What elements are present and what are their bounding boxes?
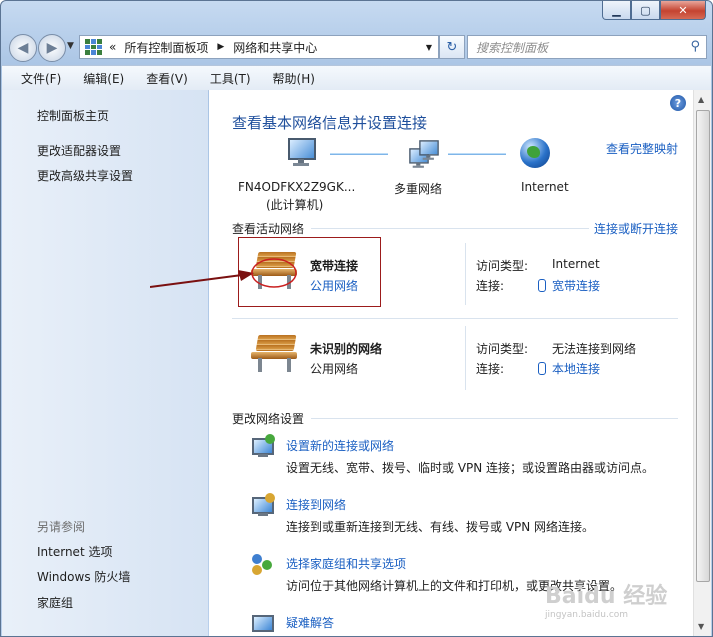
- internet-globe-icon: [520, 138, 550, 168]
- task-description: 设置无线、宽带、拨号、临时或 VPN 连接；或设置路由器或访问点。: [286, 461, 655, 475]
- task-new-connection-link[interactable]: 设置新的连接或网络: [286, 437, 394, 454]
- broadband-connection-icon: [538, 279, 546, 292]
- change-settings-heading: 更改网络设置: [232, 412, 305, 426]
- sidebar-item-advanced-sharing[interactable]: 更改高级共享设置: [37, 167, 133, 184]
- control-panel-icon: [85, 39, 102, 55]
- sidebar-item-internet-options[interactable]: Internet 选项: [37, 543, 112, 560]
- forward-button[interactable]: ▶: [38, 34, 66, 62]
- annotation-arrow-icon: [150, 270, 254, 288]
- main-content: ? 查看基本网络信息并设置连接 查看完整映射 FN4ODFKX2Z9GK... …: [209, 90, 711, 636]
- network-row-divider: [232, 318, 678, 319]
- active-networks-heading: 查看活动网络: [232, 222, 305, 236]
- see-also-heading: 另请参阅: [37, 520, 86, 534]
- refresh-button[interactable]: ↻: [439, 35, 465, 59]
- minimize-button[interactable]: ▁: [602, 1, 631, 20]
- explorer-window: ▁ ▢ ✕ ◀ ▶ ▼ « 所有控制面板项 ▶ 网络和共享中心 ▼ ↻ 搜索控制…: [0, 0, 713, 637]
- sidebar-item-control-panel-home[interactable]: 控制面板主页: [37, 107, 109, 124]
- local-connection-icon: [538, 362, 546, 375]
- breadcrumb-all-control-panel-items[interactable]: 所有控制面板项: [124, 39, 208, 56]
- breadcrumb-network-sharing-center[interactable]: 网络和共享中心: [233, 39, 317, 56]
- map-connector-line: [448, 153, 506, 155]
- recent-pages-dropdown-icon[interactable]: ▼: [67, 41, 74, 51]
- computer-sub-label: (此计算机): [266, 198, 324, 212]
- multiple-networks-label: 多重网络: [394, 182, 443, 196]
- breadcrumb-overflow[interactable]: «: [109, 40, 116, 54]
- sidebar-item-adapter-settings[interactable]: 更改适配器设置: [37, 142, 121, 159]
- sidebar-item-windows-firewall[interactable]: Windows 防火墙: [37, 568, 130, 585]
- connection-label: 连接:: [476, 279, 505, 293]
- menu-tools[interactable]: 工具(T): [204, 70, 257, 87]
- maximize-button[interactable]: ▢: [631, 1, 660, 20]
- baidu-watermark: Baidu 经验: [545, 584, 668, 609]
- navigation-bar: ◀ ▶ ▼ « 所有控制面板项 ▶ 网络和共享中心 ▼ ↻ 搜索控制面板 ⚲: [9, 34, 707, 62]
- forward-arrow-icon: ▶: [46, 40, 58, 56]
- new-connection-icon: [250, 434, 277, 458]
- connection-link[interactable]: 宽带连接: [538, 277, 600, 294]
- section-divider: [311, 418, 678, 419]
- back-button[interactable]: ◀: [9, 34, 37, 62]
- scroll-down-icon[interactable]: ▼: [698, 622, 704, 631]
- close-button[interactable]: ✕: [660, 1, 706, 20]
- refresh-icon: ↻: [446, 39, 458, 55]
- multiple-networks-icon: [404, 138, 439, 170]
- search-input[interactable]: 搜索控制面板 ⚲: [467, 35, 707, 59]
- menu-file[interactable]: 文件(F): [15, 70, 67, 87]
- back-arrow-icon: ◀: [17, 40, 29, 56]
- sidebar: 控制面板主页 更改适配器设置 更改高级共享设置 另请参阅 Internet 选项…: [2, 90, 208, 636]
- breadcrumb-separator-icon[interactable]: ▶: [217, 42, 224, 52]
- search-placeholder: 搜索控制面板: [476, 40, 549, 55]
- address-dropdown-icon[interactable]: ▼: [426, 43, 432, 52]
- address-bar[interactable]: « 所有控制面板项 ▶ 网络和共享中心 ▼: [79, 35, 439, 59]
- menu-help[interactable]: 帮助(H): [267, 70, 321, 87]
- help-icon[interactable]: ?: [670, 95, 686, 111]
- annotation-circle: [251, 258, 297, 288]
- access-type-value: 无法连接到网络: [552, 342, 637, 356]
- menu-view[interactable]: 查看(V): [140, 70, 194, 87]
- troubleshoot-icon: [250, 611, 277, 635]
- connect-disconnect-link[interactable]: 连接或断开连接: [594, 220, 678, 237]
- network-name: 未识别的网络: [310, 342, 383, 356]
- access-type-label: 访问类型:: [476, 259, 529, 273]
- access-type-value: Internet: [552, 257, 600, 271]
- task-connect-network-link[interactable]: 连接到网络: [286, 496, 346, 513]
- network-divider: [465, 243, 466, 305]
- task-troubleshoot-link[interactable]: 疑难解答: [286, 614, 334, 631]
- homegroup-sharing-icon: [250, 552, 277, 576]
- task-description: 连接到或重新连接到无线、有线、拨号或 VPN 网络连接。: [286, 520, 595, 534]
- connection-link[interactable]: 本地连接: [538, 360, 600, 377]
- menu-bar: 文件(F) 编辑(E) 查看(V) 工具(T) 帮助(H): [2, 65, 711, 91]
- network-category: 公用网络: [310, 362, 359, 376]
- task-homegroup-link[interactable]: 选择家庭组和共享选项: [286, 555, 406, 572]
- scroll-up-icon[interactable]: ▲: [698, 95, 704, 104]
- search-icon[interactable]: ⚲: [690, 39, 700, 54]
- connection-label: 连接:: [476, 362, 505, 376]
- internet-label: Internet: [521, 180, 569, 194]
- menu-edit[interactable]: 编辑(E): [77, 70, 130, 87]
- vertical-scrollbar[interactable]: ▲ ▼: [693, 90, 711, 636]
- network-divider: [465, 326, 466, 390]
- scroll-thumb[interactable]: [696, 110, 710, 582]
- baidu-watermark-url: jingyan.baidu.com: [545, 610, 629, 620]
- map-connector-line: [330, 153, 388, 155]
- sidebar-item-homegroup[interactable]: 家庭组: [37, 594, 73, 611]
- computer-name-label: FN4ODFKX2Z9GK...: [238, 180, 356, 194]
- connect-to-network-icon: [250, 493, 277, 517]
- caption-buttons: ▁ ▢ ✕: [602, 1, 706, 21]
- page-title: 查看基本网络信息并设置连接: [232, 114, 428, 132]
- access-type-label: 访问类型:: [476, 342, 529, 356]
- section-divider: [311, 228, 589, 229]
- view-full-map-link[interactable]: 查看完整映射: [606, 140, 678, 157]
- computer-icon: [287, 138, 317, 166]
- public-network-bench-icon: [251, 333, 301, 373]
